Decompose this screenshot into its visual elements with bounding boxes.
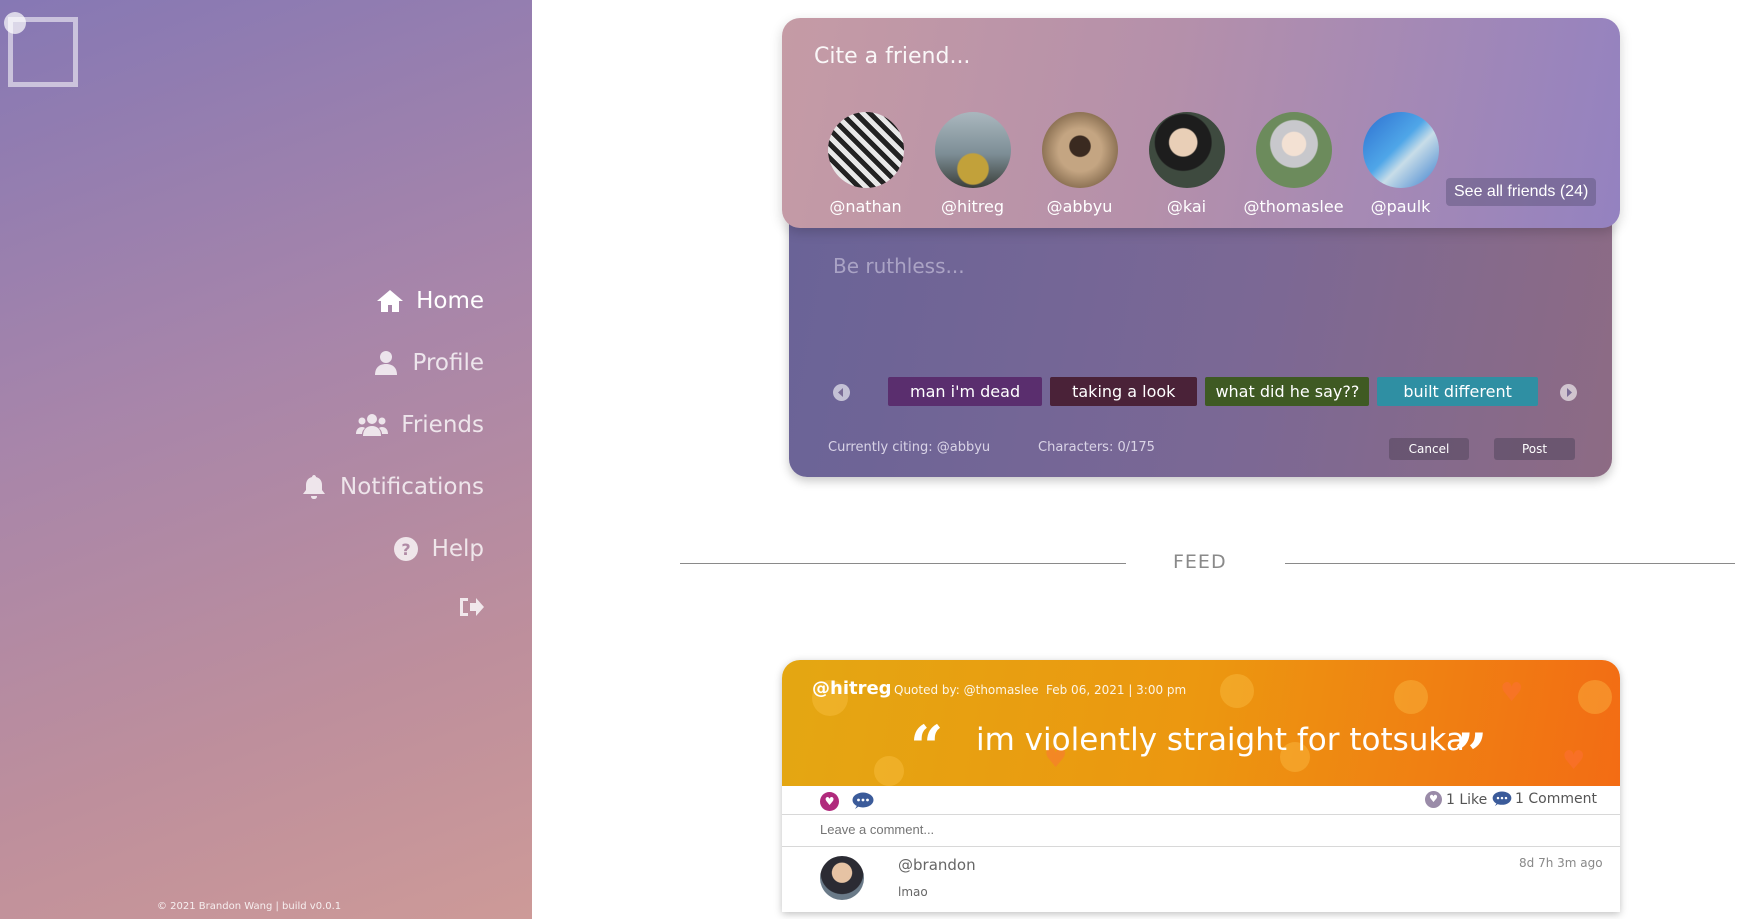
currently-citing-text: Currently citing: @abbyu <box>828 440 991 455</box>
avatar <box>934 112 1011 188</box>
comment-input[interactable] <box>820 822 1520 837</box>
friend-item[interactable]: @nathan <box>812 112 919 216</box>
friend-handle: @abbyu <box>1046 197 1113 216</box>
avatar[interactable] <box>820 856 864 900</box>
friend-item[interactable]: @abbyu <box>1026 112 1133 216</box>
comment-icon <box>852 792 874 809</box>
logout-button[interactable] <box>458 596 484 622</box>
quick-tag[interactable]: built different <box>1377 377 1538 406</box>
help-icon: ? <box>392 535 420 563</box>
friend-handle: @paulk <box>1370 197 1431 216</box>
chevron-left-icon <box>838 388 843 397</box>
comment-timestamp: 8d 7h 3m ago <box>1519 856 1603 870</box>
nav-label-help: Help <box>431 536 484 562</box>
background-emoji <box>1220 674 1254 708</box>
app-logo[interactable] <box>4 12 78 87</box>
character-count: Characters: 0/175 <box>1038 440 1155 455</box>
quick-tags: man i'm dead taking a look what did he s… <box>888 377 1546 406</box>
post-banner: ♥ ♥ ♥ @hitreg Quoted by: @thomaslee Feb … <box>782 660 1620 786</box>
quick-tag[interactable]: taking a look <box>1050 377 1198 406</box>
avatar <box>827 112 904 188</box>
see-all-friends-button[interactable]: See all friends (24) <box>1446 178 1597 206</box>
svg-text:?: ? <box>401 540 410 559</box>
cancel-button[interactable]: Cancel <box>1389 438 1469 460</box>
avatar <box>1041 112 1118 188</box>
comment-author[interactable]: @brandon <box>898 856 976 874</box>
post-quoted-by: Quoted by: @thomaslee <box>894 683 1039 697</box>
like-count: ♥ 1 Like <box>1425 791 1487 808</box>
quick-tag[interactable]: man i'm dead <box>888 377 1043 406</box>
avatar <box>1362 112 1439 188</box>
tags-prev-button[interactable] <box>833 384 850 401</box>
nav-label-notifications: Notifications <box>340 474 484 500</box>
logo-dot <box>4 12 26 34</box>
sidebar: Home Profile Friends Notifications ? Hel… <box>0 0 532 919</box>
post-text: im violently straight for totsuka <box>976 722 1465 758</box>
friend-item[interactable]: @hitreg <box>919 112 1026 216</box>
friend-item[interactable]: @thomaslee <box>1240 112 1347 216</box>
background-emoji <box>1394 680 1428 714</box>
comment-icon <box>1492 791 1512 807</box>
chevron-right-icon <box>1567 388 1572 397</box>
compose-textarea[interactable]: Be ruthless... <box>833 254 965 278</box>
like-button[interactable]: ♥ <box>820 792 839 811</box>
tags-next-button[interactable] <box>1560 384 1577 401</box>
nav-item-help[interactable]: ? Help <box>300 518 484 580</box>
heart-icon: ♥ <box>824 795 835 808</box>
nav-item-home[interactable]: Home <box>300 270 484 332</box>
open-quote-icon: “ <box>910 713 944 781</box>
post-action-bar: ♥ ♥ 1 Like 1 Comment <box>782 786 1620 815</box>
close-quote-icon: ” <box>1454 721 1488 786</box>
nav-label-friends: Friends <box>401 412 484 438</box>
cite-friend-input[interactable]: Cite a friend... <box>814 44 970 69</box>
friend-handle: @hitreg <box>940 197 1005 216</box>
feed-post: ♥ ♥ ♥ @hitreg Quoted by: @thomaslee Feb … <box>782 660 1620 912</box>
friend-list: @nathan @hitreg @abbyu @kai @thomaslee @… <box>812 112 1454 216</box>
nav-item-profile[interactable]: Profile <box>300 332 484 394</box>
post-button[interactable]: Post <box>1494 438 1575 460</box>
friend-handle: @thomaslee <box>1243 197 1344 216</box>
copyright-text: © 2021 Brandon Wang | build v0.0.1 <box>157 901 342 912</box>
friend-handle: @kai <box>1166 197 1207 216</box>
nav-label-home: Home <box>416 288 484 314</box>
avatar <box>1255 112 1332 188</box>
cite-friend-card: Cite a friend... @nathan @hitreg @abbyu … <box>782 18 1620 228</box>
sidebar-nav: Home Profile Friends Notifications ? Hel… <box>300 270 484 580</box>
feed-divider-right <box>1285 563 1735 564</box>
friends-icon <box>355 411 389 439</box>
background-emoji <box>874 756 904 786</box>
feed-divider-left <box>680 563 1126 564</box>
comment-text: lmao <box>898 885 928 899</box>
avatar <box>1148 112 1225 188</box>
heart-icon: ♥ <box>1425 791 1442 808</box>
feed-label: FEED <box>1173 551 1227 573</box>
nav-item-notifications[interactable]: Notifications <box>300 456 484 518</box>
post-date: Feb 06, 2021 | 3:00 pm <box>1046 683 1187 697</box>
post-author[interactable]: @hitreg <box>812 678 892 699</box>
quick-tag[interactable]: what did he say?? <box>1205 377 1370 406</box>
background-heart: ♥ <box>1500 678 1524 708</box>
comment-button[interactable] <box>852 792 874 810</box>
like-count-label: 1 Like <box>1446 791 1488 808</box>
home-icon <box>376 287 404 315</box>
friend-handle: @nathan <box>829 197 902 216</box>
background-heart: ♥ <box>1562 746 1586 776</box>
nav-item-friends[interactable]: Friends <box>300 394 484 456</box>
friend-item[interactable]: @kai <box>1133 112 1240 216</box>
friend-item[interactable]: @paulk <box>1347 112 1454 216</box>
nav-label-profile: Profile <box>412 350 484 376</box>
logout-icon <box>460 598 484 616</box>
user-icon <box>372 349 400 377</box>
bell-icon <box>300 473 328 501</box>
background-emoji <box>1578 680 1612 714</box>
comment-divider <box>782 846 1620 847</box>
compose-card: Be ruthless... man i'm dead taking a loo… <box>789 218 1612 477</box>
comment-count-label: 1 Comment <box>1515 791 1597 807</box>
comment-count: 1 Comment <box>1492 791 1597 807</box>
